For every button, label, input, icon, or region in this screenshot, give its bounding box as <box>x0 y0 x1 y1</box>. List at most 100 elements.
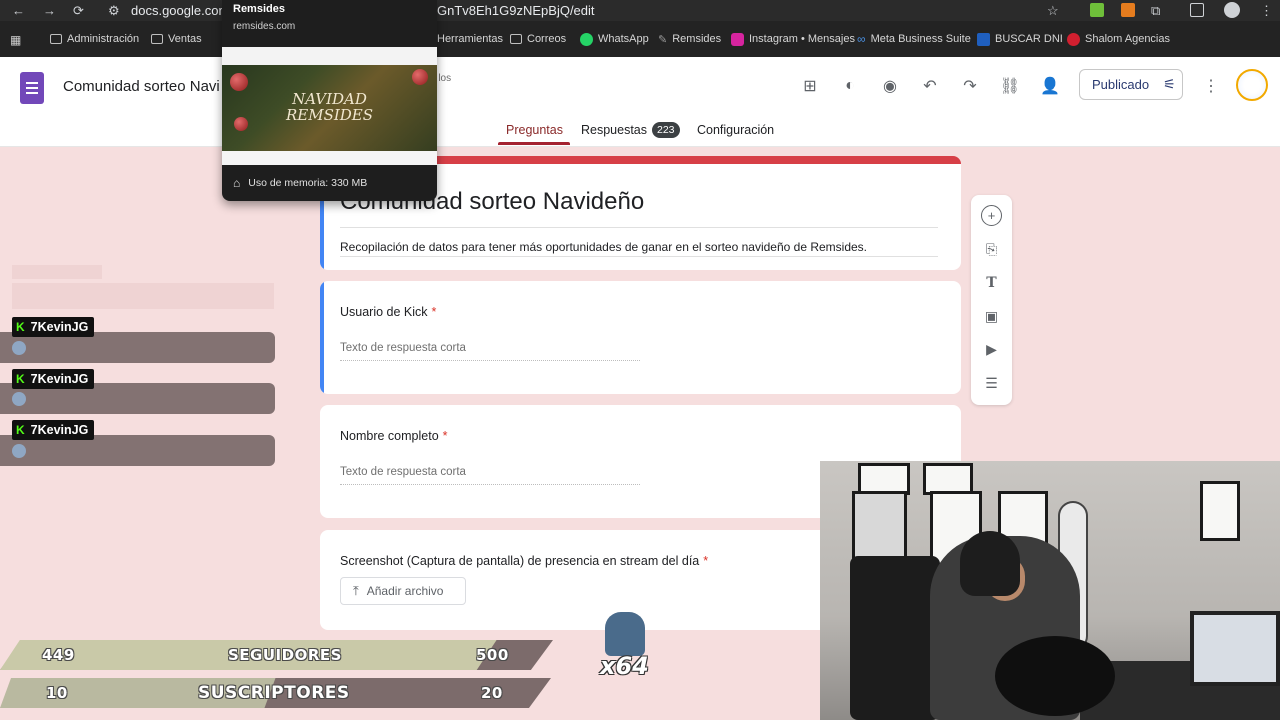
bookmark-star-icon[interactable]: ☆ <box>1047 3 1059 19</box>
kick-icon: K <box>16 423 25 437</box>
kick-icon: K <box>16 372 25 386</box>
preview-eye-icon[interactable]: ◉ <box>878 74 902 98</box>
question-label: Usuario de Kick * <box>340 305 437 319</box>
addons-icon[interactable]: ⊞ <box>798 74 822 98</box>
memory-usage: ⌂ Uso de memoria: 330 MB <box>233 176 368 190</box>
bookmark-ventas[interactable]: Ventas <box>151 21 202 57</box>
publish-button[interactable]: Publicado ⚟ <box>1079 69 1183 100</box>
tab-questions[interactable]: Preguntas <box>506 123 563 137</box>
customize-theme-icon[interactable]: ◐ <box>838 74 862 98</box>
instagram-icon <box>731 32 744 46</box>
publish-settings-icon: ⚟ <box>1163 76 1176 92</box>
extension-icon[interactable] <box>1121 3 1135 17</box>
chat-placeholder <box>12 265 102 279</box>
bookmark-correos[interactable]: Correos <box>510 21 566 57</box>
subscribers-goal-bar: 10 SUSCRIPTORES 20 <box>0 678 551 708</box>
short-answer-placeholder: Texto de respuesta corta <box>340 342 466 354</box>
extension-icon[interactable] <box>1090 3 1104 17</box>
preview-title: Remsides <box>233 3 285 15</box>
bookmark-instagram[interactable]: Instagram • Mensajes <box>731 21 855 57</box>
goal-current: 449 <box>42 646 75 664</box>
question-label: Nombre completo * <box>340 429 448 443</box>
preview-banner-heading: NAVIDAD REMSIDES <box>285 90 374 124</box>
bookmark-administracion[interactable]: Administración <box>50 21 139 57</box>
import-questions-icon[interactable]: ⎘ <box>981 239 1002 260</box>
goal-label: SUSCRIPTORES <box>198 683 350 703</box>
thumbnail-site-header <box>222 47 437 65</box>
emote-combo-count: x64 <box>600 652 649 680</box>
question-label: Screenshot (Captura de pantalla) de pres… <box>340 554 709 568</box>
url-text-tail[interactable]: GnTv8Eh1G9zNEpBjQ/edit <box>437 3 595 18</box>
site-info-icon[interactable]: ⚙ <box>108 3 120 19</box>
folder-icon <box>50 34 62 44</box>
tab-settings[interactable]: Configuración <box>697 123 774 137</box>
browser-menu-icon[interactable]: ⋮ <box>1260 3 1273 19</box>
cap-image <box>960 531 1020 596</box>
reload-icon[interactable]: ⟳ <box>73 3 84 19</box>
answer-underline <box>340 360 640 361</box>
add-image-icon[interactable]: ▣ <box>981 306 1002 327</box>
bookmark-meta-business[interactable]: ∞ Meta Business Suite <box>857 21 971 57</box>
document-title[interactable]: Comunidad sorteo Navi <box>63 78 220 95</box>
downloads-icon[interactable] <box>1190 3 1204 17</box>
apps-grid-icon[interactable]: ▦ <box>10 33 21 47</box>
meta-icon: ∞ <box>857 32 866 46</box>
required-marker: * <box>442 429 448 443</box>
short-answer-placeholder: Texto de respuesta corta <box>340 466 466 478</box>
profile-icon[interactable] <box>1224 2 1240 18</box>
whatsapp-icon <box>580 32 593 46</box>
active-tab-indicator <box>498 142 570 145</box>
redo-icon[interactable]: ↷ <box>958 74 982 98</box>
bookmark-remsides[interactable]: ✎ Remsides <box>658 21 721 57</box>
bookmark-shalom[interactable]: Shalom Agencias <box>1067 21 1170 57</box>
folder-icon <box>151 34 163 44</box>
url-text[interactable]: docs.google.com/ <box>131 3 233 18</box>
tab-responses[interactable]: Respuestas <box>581 123 647 137</box>
add-collaborators-icon[interactable]: 👤 <box>1038 74 1062 98</box>
wall-frame-image <box>1200 481 1240 541</box>
chat-username: K 7KevinJG <box>12 420 95 440</box>
bookmark-whatsapp[interactable]: WhatsApp <box>580 21 649 57</box>
upload-icon: ⤒ <box>353 583 359 598</box>
answer-underline <box>340 484 640 485</box>
preview-thumbnail: NAVIDAD REMSIDES <box>222 47 437 165</box>
remsides-icon: ✎ <box>658 33 668 46</box>
browser-url-bar: ← → ⟳ ⚙ docs.google.com/ GnTv8Eh1G9zNEpB… <box>0 0 1280 21</box>
question-card-usuario-kick[interactable]: Usuario de Kick * Texto de respuesta cort… <box>320 281 961 394</box>
required-marker: * <box>703 554 709 568</box>
google-forms-logo-icon[interactable] <box>20 72 44 104</box>
goal-label: SEGUIDORES <box>228 646 342 664</box>
tab-hover-preview: Remsides remsides.com NAVIDAD REMSIDES ⌂ U… <box>222 0 437 201</box>
ornament-icon <box>230 73 248 91</box>
responses-count-badge: 223 <box>652 122 680 138</box>
avatar[interactable] <box>1236 69 1268 101</box>
chat-username: K 7KevinJG <box>12 317 95 337</box>
add-video-icon[interactable]: ▶ <box>981 339 1002 360</box>
divider <box>340 256 938 257</box>
add-section-icon[interactable]: ☰ <box>981 373 1002 394</box>
question-side-toolbar: + ⎘ T ▣ ▶ ☰ <box>971 195 1012 405</box>
bookmarks-bar: ▦ Administración Ventas Herramientas Cor… <box>0 21 1280 57</box>
more-options-icon[interactable]: ⋮ <box>1199 74 1223 98</box>
add-question-icon[interactable]: + <box>981 205 1002 226</box>
extensions-puzzle-icon[interactable]: ⧉ <box>1151 3 1160 19</box>
add-file-button[interactable]: ⤒ Añadir archivo <box>340 577 466 605</box>
followers-goal-bar: 449 SEGUIDORES 500 <box>0 640 553 670</box>
memory-icon: ⌂ <box>233 176 241 190</box>
add-title-icon[interactable]: T <box>981 272 1002 293</box>
required-marker: * <box>431 305 437 319</box>
goal-target: 20 <box>481 684 503 702</box>
undo-icon[interactable]: ↶ <box>918 74 942 98</box>
forward-icon[interactable]: → <box>43 3 56 18</box>
goal-target: 500 <box>476 646 509 664</box>
form-description[interactable]: Recopilación de datos para tener más opo… <box>340 240 867 254</box>
copy-link-icon[interactable]: ⛓ <box>998 74 1022 98</box>
bookmark-herramientas[interactable]: Herramientas <box>437 21 503 57</box>
webcam-feed <box>820 461 1280 720</box>
shalom-icon <box>1067 32 1080 46</box>
dni-icon <box>977 32 990 46</box>
chat-placeholder <box>12 283 274 309</box>
back-icon[interactable]: ← <box>12 3 25 18</box>
kick-icon: K <box>16 320 25 334</box>
bookmark-buscar-dni[interactable]: BUSCAR DNI <box>977 21 1063 57</box>
